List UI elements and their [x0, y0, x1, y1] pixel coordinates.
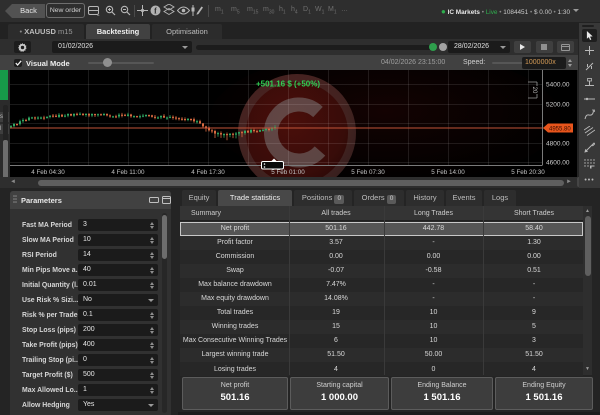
svg-text:5 Feb 14:00: 5 Feb 14:00 — [431, 169, 465, 176]
svg-text:4800.00: 4800.00 — [546, 141, 570, 148]
svg-text:4600.00: 4600.00 — [546, 160, 570, 167]
svg-text:20: 20 — [531, 87, 537, 94]
svg-text:+501.16 $ (+50%): +501.16 $ (+50%) — [256, 80, 320, 89]
svg-text:4 Feb 04:30: 4 Feb 04:30 — [31, 169, 65, 176]
svg-text:f: f — [154, 6, 157, 15]
svg-text:4955.80: 4955.80 — [549, 127, 571, 133]
svg-text:4 Feb 11:00: 4 Feb 11:00 — [111, 169, 145, 176]
svg-text:5 Feb 20:30: 5 Feb 20:30 — [511, 169, 545, 176]
svg-text:5 Feb 01:00: 5 Feb 01:00 — [271, 169, 305, 176]
svg-text:5400.00: 5400.00 — [546, 82, 570, 89]
svg-text:5200.00: 5200.00 — [546, 102, 570, 109]
svg-text:4 Feb 17:30: 4 Feb 17:30 — [191, 169, 225, 176]
svg-text:5 Feb 07:30: 5 Feb 07:30 — [351, 169, 385, 176]
